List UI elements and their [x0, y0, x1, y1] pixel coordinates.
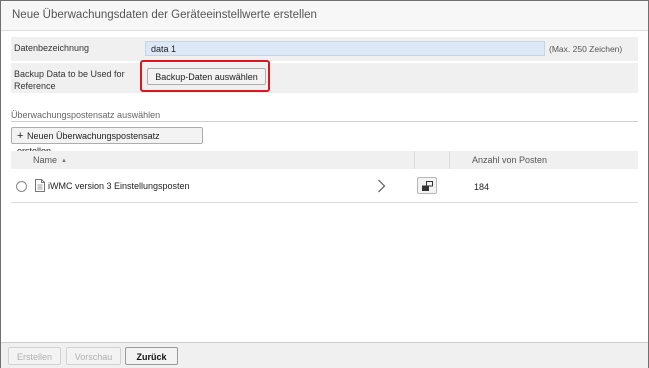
backup-label: Backup Data to be Used for Reference: [14, 69, 125, 91]
dialog-titlebar: Neue Überwachungsdaten der Geräteeinstel…: [1, 1, 648, 31]
dialog-footer: Erstellen Vorschau Zurück: [1, 342, 648, 368]
form-row-name: Datenbezeichnung data 1 (Max. 250 Zeiche…: [11, 37, 638, 61]
back-button[interactable]: Zurück: [125, 347, 178, 365]
column-header-name-label: Name: [33, 155, 58, 165]
name-input[interactable]: data 1: [145, 41, 545, 56]
column-separator: [449, 151, 450, 169]
plus-icon: +: [17, 130, 24, 142]
table-header: Name ▲ Anzahl von Posten: [11, 151, 638, 169]
chevron-right-icon[interactable]: [377, 179, 386, 193]
sort-ascending-icon: ▲: [61, 157, 67, 164]
name-label: Datenbezeichnung: [14, 43, 90, 53]
form-row-backup: Backup Data to be Used for Reference: [11, 63, 638, 93]
row-item-count: 184: [474, 182, 490, 192]
link-button[interactable]: [417, 177, 437, 194]
section-divider: [11, 121, 638, 122]
row-name: iWMC version 3 Einstellungsposten: [48, 181, 190, 191]
name-max-hint: (Max. 250 Zeichen): [549, 44, 623, 54]
new-item-set-button[interactable]: +Neuen Überwachungspostensatz erstellen: [11, 127, 203, 156]
link-icon: [422, 181, 433, 191]
create-button[interactable]: Erstellen: [8, 347, 61, 365]
document-icon: [35, 179, 45, 192]
row-radio-button[interactable]: [16, 181, 27, 192]
column-separator: [414, 151, 415, 169]
column-header-count[interactable]: Anzahl von Posten: [472, 155, 547, 165]
preview-button[interactable]: Vorschau: [66, 347, 121, 365]
table-row[interactable]: iWMC version 3 Einstellungsposten 184: [11, 171, 638, 203]
column-header-name[interactable]: Name ▲: [33, 155, 67, 165]
select-backup-button[interactable]: Backup-Daten auswählen: [147, 68, 266, 85]
section-label: Überwachungspostensatz auswählen: [11, 110, 161, 120]
dialog-title: Neue Überwachungsdaten der Geräteeinstel…: [12, 9, 317, 21]
dialog-window: Neue Überwachungsdaten der Geräteeinstel…: [0, 0, 649, 368]
